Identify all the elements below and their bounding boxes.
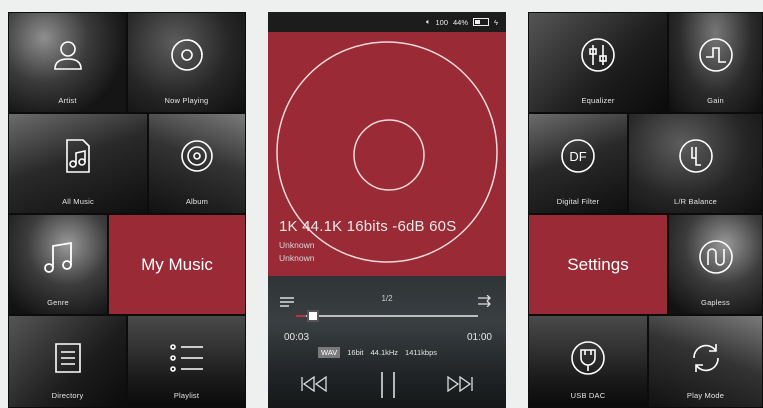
format-info: WAV 16bit 44.1kHz 1411kbps [318,347,437,358]
tile-label: Playlist [173,391,200,400]
music-file-icon [58,136,98,176]
charging-icon: ϟ [494,17,498,27]
gapless-icon [696,237,736,277]
tile-label: Directory [51,391,84,400]
now-playing-screen: 🔈︎ 100 44% ϟ 1K 44.1K 16bits -6dB 60S Un… [268,12,506,408]
bitrate: 1411kbps [405,348,438,357]
person-icon [48,35,88,75]
disc-icon [167,35,207,75]
usb-icon [568,338,608,378]
balance-icon [676,136,716,176]
digital-filter-icon: DF [558,136,598,176]
tile-label: All Music [62,197,94,206]
tile-lr-balance[interactable]: L/R Balance [628,113,763,214]
gain-icon [696,35,736,75]
tile-gapless[interactable]: Gapless [668,214,763,315]
audio-spec-line: 1K 44.1K 16bits -6dB 60S [279,218,457,235]
my-music-feature-tile[interactable]: My Music [108,214,246,315]
music-note-icon [38,237,78,277]
format-badge: WAV [318,347,341,358]
tile-album[interactable]: Album [148,113,246,214]
tile-equalizer[interactable]: Equalizer [528,12,668,113]
music-library-screen: Artist Now Playing All Music Album Genre… [8,12,246,408]
bit-depth: 16bit [347,348,364,357]
tile-label: Play Mode [686,391,725,400]
total-time: 01:00 [466,332,492,343]
tile-now-playing[interactable]: Now Playing [127,12,246,113]
settings-screen: Equalizer Gain DF Digital Filter L/R Bal… [528,12,763,408]
playlist-icon [167,338,207,378]
tile-digital-filter[interactable]: DF Digital Filter [528,113,628,214]
battery-icon [473,18,490,26]
tile-label: Now Playing [164,96,209,105]
shuffle-icon[interactable] [478,294,494,312]
tile-label: Genre [47,298,69,307]
seek-bar[interactable] [296,310,478,322]
volume-level: 100 [435,17,448,27]
tile-playlist[interactable]: Playlist [127,315,246,408]
album-name: Unknown [279,253,315,263]
svg-text:DF: DF [569,149,586,164]
tile-label: Equalizer [581,96,615,105]
folder-list-icon [48,338,88,378]
feature-title: My Music [141,254,213,274]
tile-label: Gapless [701,298,730,307]
status-bar: 🔈︎ 100 44% ϟ [268,12,506,32]
tile-label: L/R Balance [673,197,718,206]
elapsed-time: 00:03 [284,332,310,343]
repeat-icon [686,338,726,378]
playback-controls: 1/2 00:03 01:00 WAV 16bit 44.1kHz 1411kb… [268,276,506,408]
tile-play-mode[interactable]: Play Mode [648,315,763,408]
sample-rate: 44.1kHz [370,348,399,357]
artist-name: Unknown [279,240,315,250]
tile-label: USB DAC [570,391,606,400]
tile-label: Artist [58,96,77,105]
tile-gain[interactable]: Gain [668,12,763,113]
tile-genre[interactable]: Genre [8,214,108,315]
battery-percent: 44% [453,17,469,27]
pause-icon[interactable] [378,372,398,398]
next-track-icon[interactable] [446,376,474,392]
seek-progress [296,315,306,317]
tile-artist[interactable]: Artist [8,12,127,113]
volume-icon: 🔈︎ [425,17,431,26]
tile-usb-dac[interactable]: USB DAC [528,315,648,408]
tile-label: Album [185,197,209,206]
tile-label: Gain [707,96,724,105]
tile-directory[interactable]: Directory [8,315,127,408]
equalizer-icon [578,35,618,75]
page-indicator: 1/2 [381,294,393,303]
feature-title: Settings [567,254,629,274]
seek-handle[interactable] [307,310,319,322]
tile-label: Digital Filter [556,197,600,206]
previous-track-icon[interactable] [300,376,328,392]
album-icon [177,136,217,176]
tile-all-music[interactable]: All Music [8,113,148,214]
settings-feature-tile[interactable]: Settings [528,214,668,315]
